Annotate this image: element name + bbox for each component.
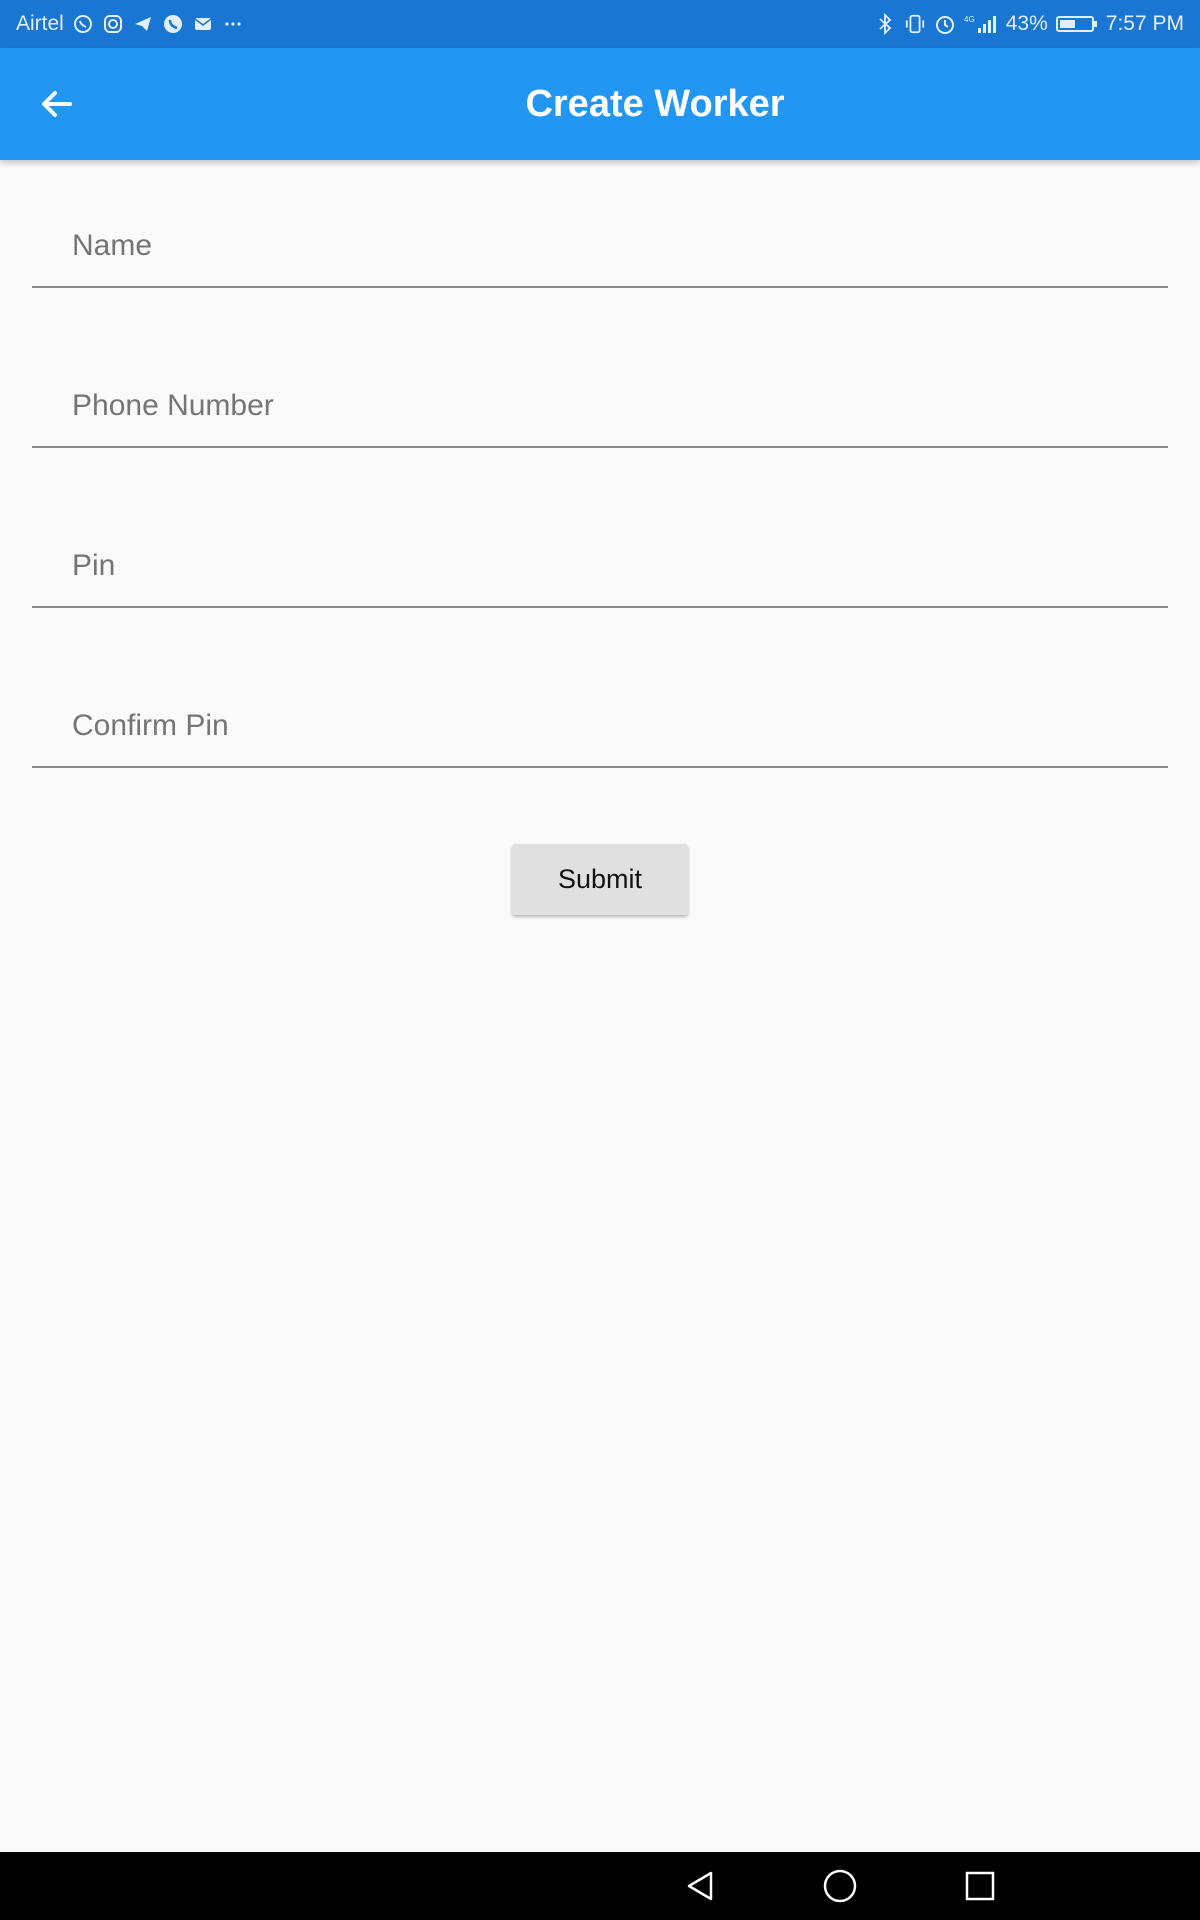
alarm-icon [934,13,956,35]
battery-icon [1055,13,1098,35]
submit-button[interactable]: Submit [512,844,688,915]
screen: Airtel 4G 43% 7:57 PM Create Worker Name… [0,0,1200,1920]
page-title: Create Worker [525,82,785,125]
confirm-pin-input[interactable] [32,666,1168,766]
pin-input[interactable] [32,506,1168,606]
signal-icon: 4G [964,13,998,35]
nav-recents-button[interactable] [960,1866,1000,1906]
whatsapp-icon [72,13,94,35]
instagram-icon [102,13,124,35]
system-nav-bar [0,1852,1200,1920]
app-bar: Create Worker [0,48,1200,160]
recents-square-icon [965,1871,995,1901]
phone-number-input[interactable] [32,346,1168,446]
phone-field [32,346,1168,448]
confirm-pin-field [32,666,1168,768]
mail-icon [192,13,214,35]
phone-icon [162,13,184,35]
nav-back-button[interactable] [680,1866,720,1906]
name-input[interactable] [32,186,1168,286]
telegram-icon [132,13,154,35]
home-circle-icon [823,1869,857,1903]
clock-time: 7:57 PM [1105,12,1184,35]
battery-percent: 43% [1005,12,1048,35]
status-right: 4G 43% 7:57 PM [874,12,1184,36]
back-triangle-icon [687,1871,713,1901]
vibrate-icon [904,13,926,35]
network-label: 4G [964,15,975,24]
more-dots-icon [222,13,244,35]
status-bar: Airtel 4G 43% 7:57 PM [0,0,1200,48]
bluetooth-icon [874,13,896,35]
nav-home-button[interactable] [820,1866,860,1906]
pin-field [32,506,1168,608]
carrier-label: Airtel [16,12,64,35]
status-left: Airtel [16,12,244,36]
name-field [32,186,1168,288]
